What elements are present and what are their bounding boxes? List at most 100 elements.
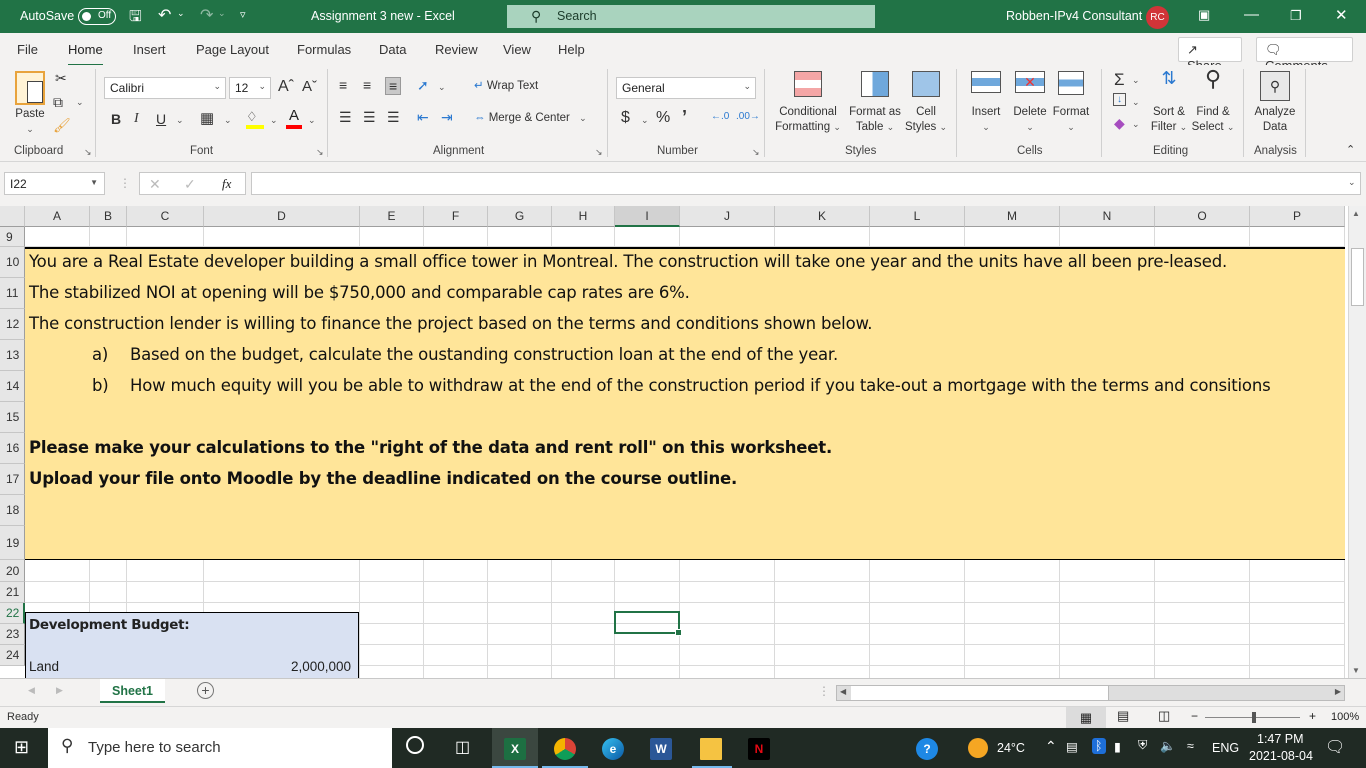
customize-toolbar-icon[interactable]: ▿ bbox=[240, 8, 246, 21]
currency-button[interactable]: $ bbox=[621, 109, 630, 127]
increase-indent-icon[interactable]: ⇥ bbox=[441, 109, 453, 126]
ribbon-display-icon[interactable]: ▣ bbox=[1198, 7, 1210, 23]
row-header-16[interactable]: 16 bbox=[0, 433, 25, 464]
format-painter-icon[interactable]: 🖌 bbox=[53, 117, 71, 134]
row-header-19[interactable]: 19 bbox=[0, 526, 25, 560]
scroll-down-icon[interactable]: ▼ bbox=[1352, 666, 1360, 675]
save-icon[interactable]: 🖫 bbox=[129, 6, 142, 31]
tab-review[interactable]: Review bbox=[435, 42, 478, 57]
analyze-data-button[interactable]: ⚲ Analyze Data bbox=[1250, 71, 1300, 135]
number-launcher-icon[interactable]: ↘ bbox=[752, 147, 760, 158]
share-button[interactable]: ↗ Share bbox=[1178, 37, 1242, 73]
scroll-left-icon[interactable]: ◀ bbox=[840, 687, 846, 696]
zoom-slider[interactable] bbox=[1205, 712, 1300, 723]
row-header-20[interactable]: 20 bbox=[0, 560, 25, 582]
scroll-thumb[interactable] bbox=[1351, 248, 1364, 306]
currency-dropdown-icon[interactable]: ⌄ bbox=[641, 115, 649, 126]
cancel-icon[interactable]: ✕ bbox=[149, 176, 161, 193]
zoom-slider-thumb[interactable] bbox=[1252, 712, 1256, 723]
bottom-align-icon[interactable]: ≡ bbox=[385, 77, 402, 95]
column-header-d[interactable]: D bbox=[204, 206, 360, 227]
column-header-a[interactable]: A bbox=[25, 206, 90, 227]
zoom-out-icon[interactable]: − bbox=[1191, 709, 1198, 723]
clear-dropdown-icon[interactable]: ⌄ bbox=[1132, 119, 1140, 130]
merge-center-button[interactable]: ⇔ Merge & Center ⌄ bbox=[474, 111, 587, 126]
font-color-dropdown-icon[interactable]: ⌄ bbox=[308, 115, 316, 126]
redo-icon[interactable]: ↷ bbox=[200, 5, 213, 25]
windows-start-icon[interactable]: ⊞ bbox=[14, 737, 29, 758]
borders-dropdown-icon[interactable]: ⌄ bbox=[224, 115, 232, 126]
align-center-icon[interactable]: ☰ bbox=[363, 109, 376, 126]
sheet-tab-sheet1[interactable]: Sheet1 bbox=[100, 679, 165, 703]
tab-home[interactable]: Home bbox=[68, 42, 103, 67]
horizontal-scroll-thumb[interactable] bbox=[851, 686, 1109, 700]
security-icon[interactable]: ⛨ bbox=[1138, 738, 1147, 753]
increase-font-size-icon[interactable]: Aˆ bbox=[278, 78, 294, 96]
font-size-select[interactable]: 12 ⌄ bbox=[229, 77, 271, 99]
clock-date[interactable]: 2021-08-04 bbox=[1249, 749, 1313, 763]
column-header-j[interactable]: J bbox=[680, 206, 775, 227]
row-header-12[interactable]: 12 bbox=[0, 309, 25, 340]
row-header-22[interactable]: 22 bbox=[0, 603, 25, 624]
page-break-view-icon[interactable]: ◫ bbox=[1158, 708, 1170, 724]
help-icon[interactable]: ? bbox=[916, 738, 938, 760]
expand-formula-bar-icon[interactable]: ⌄ bbox=[1348, 177, 1356, 188]
collapse-ribbon-icon[interactable]: ⌃ bbox=[1346, 143, 1355, 156]
orientation-icon[interactable]: ➚ bbox=[417, 77, 429, 94]
align-left-icon[interactable]: ☰ bbox=[339, 109, 352, 126]
column-header-e[interactable]: E bbox=[360, 206, 424, 227]
tab-view[interactable]: View bbox=[503, 42, 531, 57]
split-handle-icon[interactable]: ⋮ bbox=[818, 684, 830, 698]
action-center-icon[interactable]: 🗨 bbox=[1325, 737, 1345, 757]
add-sheet-icon[interactable]: + bbox=[197, 682, 214, 699]
language-indicator[interactable]: ENG bbox=[1212, 741, 1239, 755]
active-cell[interactable] bbox=[614, 611, 682, 636]
netflix-icon[interactable]: N bbox=[748, 738, 770, 760]
fill-icon[interactable]: ↓ bbox=[1113, 93, 1126, 106]
fill-dropdown-icon[interactable]: ⌄ bbox=[1132, 97, 1140, 108]
redo-dropdown-icon[interactable]: ⌄ bbox=[218, 8, 226, 19]
taskbar-chrome[interactable] bbox=[542, 728, 588, 768]
copy-icon[interactable]: ⧉ bbox=[53, 94, 63, 111]
volume-icon[interactable]: 🔈 bbox=[1160, 739, 1176, 754]
row-header-11[interactable]: 11 bbox=[0, 278, 25, 309]
minimize-icon[interactable]: — bbox=[1244, 6, 1259, 23]
decrease-decimal-icon[interactable]: .00→ bbox=[736, 111, 760, 122]
normal-view-icon[interactable]: ▦ bbox=[1066, 707, 1106, 728]
column-header-o[interactable]: O bbox=[1155, 206, 1250, 227]
user-name[interactable]: Robben-IPv4 Consultant bbox=[1006, 9, 1142, 23]
font-launcher-icon[interactable]: ↘ bbox=[316, 147, 324, 158]
show-hidden-icons[interactable]: ⌃ bbox=[1045, 738, 1057, 755]
wifi-icon[interactable]: ≈ bbox=[1187, 739, 1194, 753]
restore-icon[interactable]: ❐ bbox=[1290, 8, 1302, 24]
weather-temp[interactable]: 24°C bbox=[997, 741, 1025, 755]
row-header-13[interactable]: 13 bbox=[0, 340, 25, 371]
percent-button[interactable]: % bbox=[656, 109, 670, 127]
comma-button[interactable]: ’ bbox=[682, 107, 687, 128]
battery-icon[interactable]: ▮ bbox=[1114, 739, 1121, 754]
tab-file[interactable]: File bbox=[17, 42, 38, 57]
vertical-scrollbar[interactable]: ▲ ▼ bbox=[1348, 206, 1366, 678]
name-box-dropdown-icon[interactable]: ▼ bbox=[90, 178, 98, 187]
decrease-indent-icon[interactable]: ⇤ bbox=[417, 109, 429, 126]
next-sheet-icon[interactable]: ▶ bbox=[56, 685, 63, 696]
borders-icon[interactable]: ▦ bbox=[200, 109, 214, 127]
undo-icon[interactable]: ↶ bbox=[158, 5, 171, 25]
select-all-corner[interactable] bbox=[0, 206, 25, 227]
taskbar-file-explorer[interactable] bbox=[692, 728, 732, 768]
close-icon[interactable]: ✕ bbox=[1335, 6, 1348, 24]
formula-input[interactable] bbox=[251, 172, 1361, 195]
clear-icon[interactable]: ◆ bbox=[1114, 115, 1125, 132]
font-name-select[interactable]: Calibri ⌄ bbox=[104, 77, 226, 99]
scroll-right-icon[interactable]: ▶ bbox=[1335, 687, 1341, 696]
find-select-button[interactable]: ⚲ Find & Select ⌄ bbox=[1190, 68, 1236, 135]
format-cells-button[interactable]: Format ⌄ bbox=[1050, 71, 1092, 135]
column-header-h[interactable]: H bbox=[552, 206, 615, 227]
number-format-select[interactable]: General ⌄ bbox=[616, 77, 756, 99]
decrease-font-size-icon[interactable]: Aˇ bbox=[302, 78, 317, 95]
column-header-g[interactable]: G bbox=[488, 206, 552, 227]
delete-cells-button[interactable]: ✕ Delete ⌄ bbox=[1010, 71, 1050, 135]
enter-icon[interactable]: ✓ bbox=[184, 176, 196, 193]
name-box[interactable]: I22 ▼ bbox=[4, 172, 105, 195]
sort-filter-button[interactable]: ⇅ Sort & Filter ⌄ bbox=[1146, 69, 1192, 135]
